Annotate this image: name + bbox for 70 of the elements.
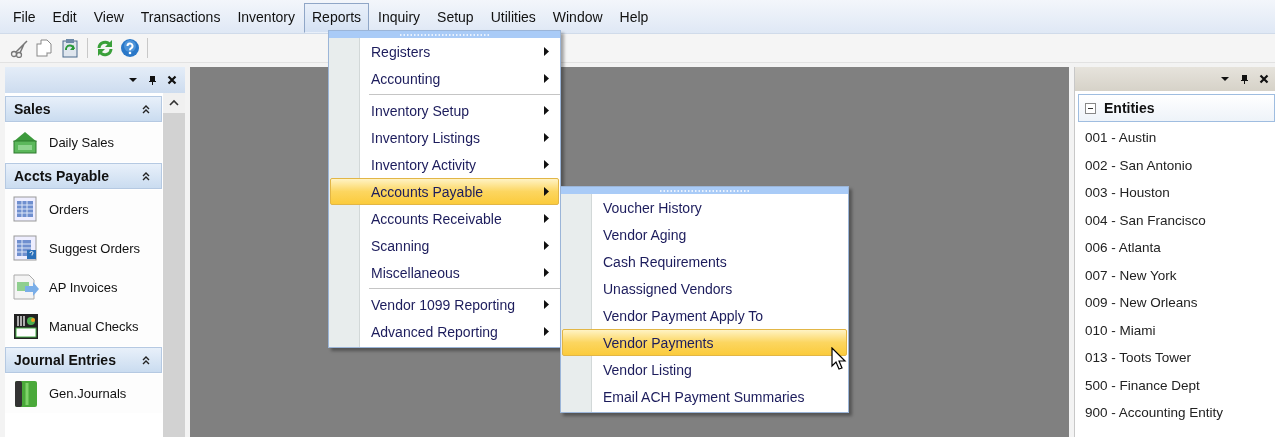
scroll-up-icon [168,98,180,108]
collapse-icon[interactable] [141,354,151,366]
grip-dots-icon [659,188,750,193]
menu-item[interactable]: Setup [429,2,482,33]
entity-item[interactable]: 002 - San Antonio [1075,151,1275,179]
entity-item[interactable]: 004 - San Francisco [1075,206,1275,234]
entity-item[interactable]: 013 - Toots Tower [1075,344,1275,372]
entity-item[interactable]: 010 - Miami [1075,316,1275,344]
menu-item[interactable]: Inventory Activity [330,151,559,178]
menu-item[interactable]: Inventory Setup [330,97,559,124]
menu-item[interactable]: Registers [330,38,559,65]
group-header[interactable]: Journal Entries [5,347,162,373]
group-header[interactable]: Sales [5,96,162,122]
scissors-icon[interactable] [10,38,30,58]
scrollbar[interactable] [163,93,185,437]
dropdown-icon[interactable] [1220,74,1230,84]
menu-item[interactable]: Window [544,2,611,33]
entity-item[interactable]: 500 - Finance Dept [1075,371,1275,399]
menu-item[interactable]: Advanced Reporting [330,318,559,345]
register-icon [11,311,41,342]
entity-item[interactable]: 900 - Accounting Entity [1075,399,1275,427]
menu-item[interactable]: Reports [304,2,370,33]
menu-item[interactable]: Miscellaneous [330,259,559,286]
menu-item[interactable]: Accounts Receivable [330,205,559,232]
menu-item[interactable]: Email ACH Payment Summaries [562,383,847,410]
entity-item[interactable]: 003 - Houston [1075,179,1275,207]
collapse-icon[interactable] [1085,102,1096,114]
menu-item[interactable]: Transactions [132,2,229,33]
menu-item[interactable]: Vendor 1099 Reporting [330,291,559,318]
document-icon [11,272,41,303]
collapse-icon[interactable] [141,170,151,182]
menu-item[interactable]: Vendor Payment Apply To [562,302,847,329]
refresh-icon[interactable] [95,38,115,58]
help-icon[interactable] [120,38,140,58]
menu-item[interactable]: Inquiry [370,2,429,33]
paste-icon[interactable] [60,38,80,58]
menu-item[interactable]: Accounting [330,65,559,92]
menu-item[interactable]: File [5,2,44,33]
menu-item[interactable]: Accounts Payable [330,178,559,205]
entity-item[interactable]: 009 - New Orleans [1075,289,1275,317]
menu-item[interactable]: Unassigned Vendors [562,275,847,302]
menu-item[interactable]: Help [611,2,657,33]
close-icon[interactable] [1259,74,1269,84]
menu-grip[interactable] [329,31,560,38]
close-icon[interactable] [167,75,177,85]
menu-item[interactable]: Inventory Listings [330,124,559,151]
pin-icon[interactable] [1239,73,1250,85]
entity-item[interactable]: 007 - New York [1075,261,1275,289]
menu-grip[interactable] [561,187,848,194]
menu-item[interactable]: Inventory [229,2,303,33]
menu-item[interactable]: Vendor Aging [562,221,847,248]
group-title: Sales [14,101,51,117]
dropdown-icon[interactable] [128,75,138,85]
grip-dots-icon [399,32,490,37]
menu-item[interactable]: Voucher History [562,194,847,221]
tree-title: Entities [1104,100,1155,116]
group-title: Journal Entries [14,352,116,368]
collapse-icon[interactable] [141,103,151,115]
tree-header[interactable]: Entities [1078,94,1275,122]
menu-item[interactable]: Scanning [330,232,559,259]
menu-item[interactable]: Edit [44,2,85,33]
menu-item[interactable]: Cash Requirements [562,248,847,275]
group-header[interactable]: Accts Payable [5,163,162,189]
entity-item[interactable]: 001 - Austin [1075,124,1275,152]
entity-item[interactable]: 006 - Atlanta [1075,234,1275,262]
group-title: Accts Payable [14,168,109,184]
pin-icon[interactable] [147,74,158,86]
menu-item[interactable]: Vendor Payments [562,329,847,356]
menu-item[interactable]: Utilities [482,2,544,33]
menu-item[interactable]: View [85,2,132,33]
